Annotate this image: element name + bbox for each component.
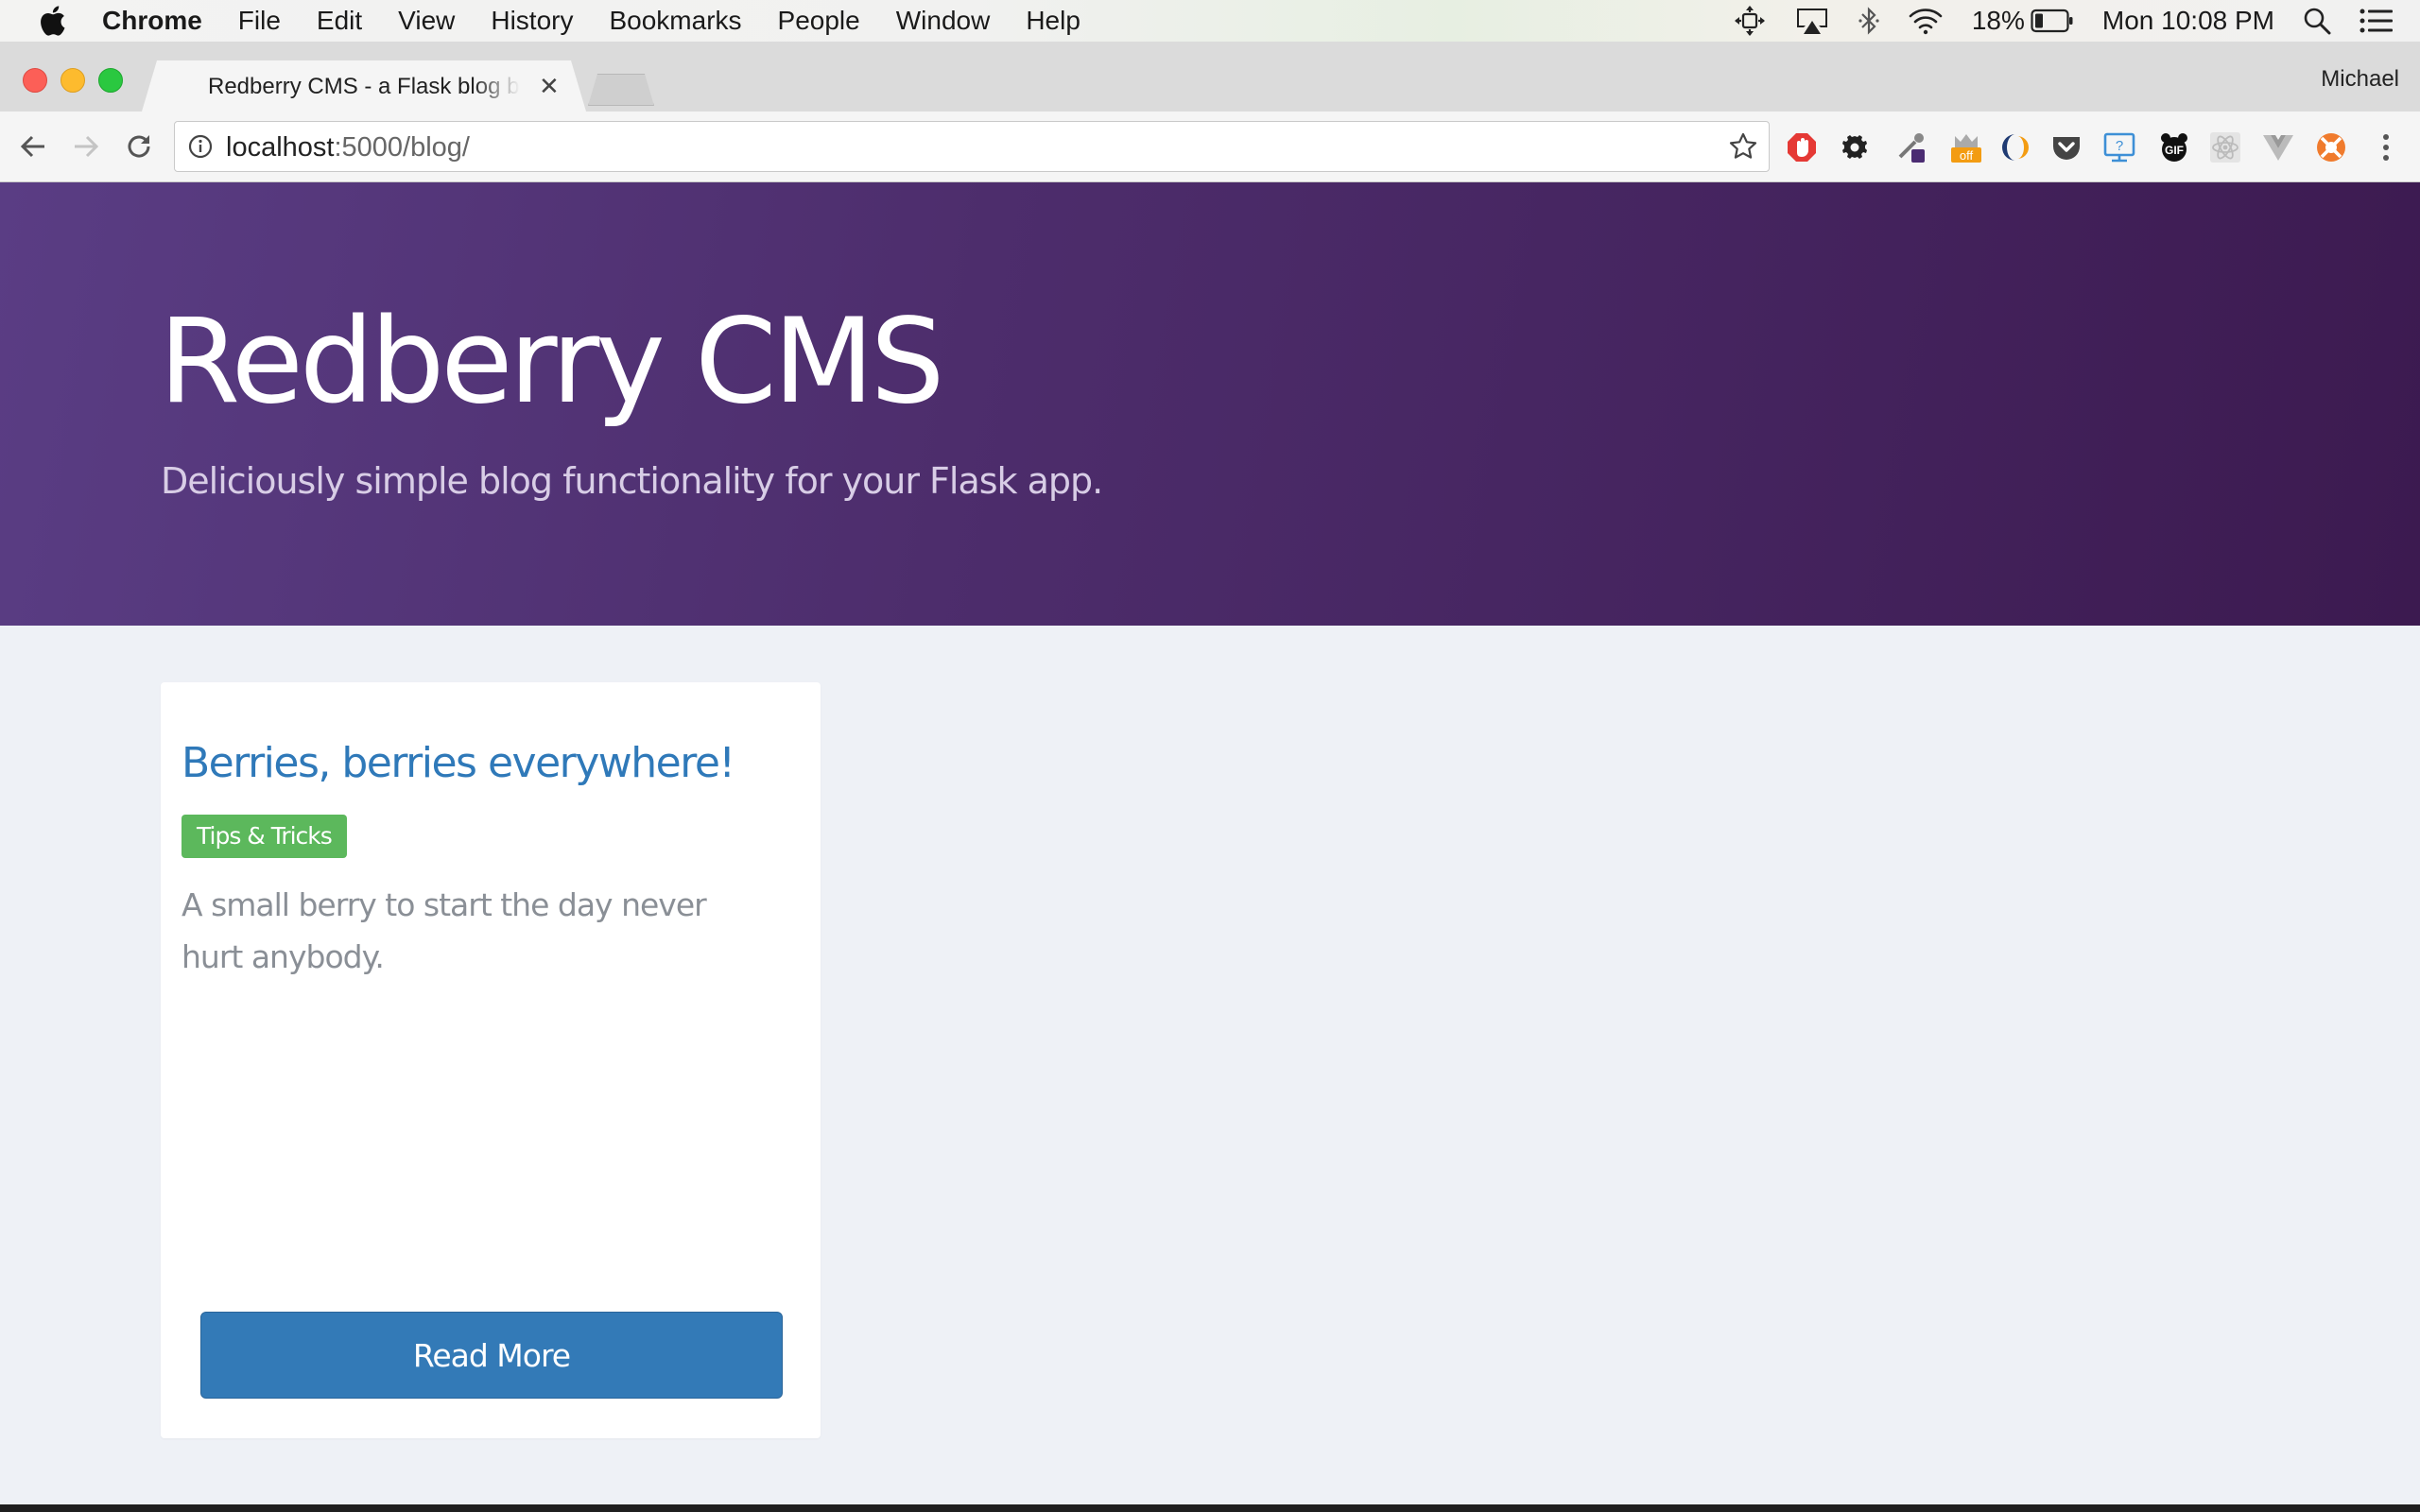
menu-people[interactable]: People (778, 6, 860, 36)
window-close-button[interactable] (23, 68, 47, 93)
airplay-icon[interactable] (1794, 6, 1830, 36)
url-text: localhost:5000/blog/ (226, 132, 470, 163)
menu-file[interactable]: File (238, 6, 281, 36)
forward-arrow-icon[interactable] (68, 129, 104, 164)
adblock-extension-icon[interactable] (1785, 130, 1819, 164)
menu-help[interactable]: Help (1026, 6, 1080, 36)
menu-view[interactable]: View (398, 6, 455, 36)
tab-title: Redberry CMS - a Flask blog b (208, 74, 520, 99)
pocket-extension-icon[interactable] (2049, 130, 2083, 164)
window-maximize-button[interactable] (98, 68, 123, 93)
spotlight-search-icon[interactable] (2303, 7, 2331, 35)
half-moon-extension-icon[interactable] (1998, 130, 2032, 164)
browser-toolbar: localhost:5000/blog/ off ? GIF (0, 112, 2420, 182)
site-title: Redberry CMS (159, 294, 944, 430)
svg-text:?: ? (2116, 138, 2123, 154)
back-arrow-icon[interactable] (15, 129, 51, 164)
new-tab-button[interactable] (588, 74, 654, 106)
eyedropper-extension-icon[interactable] (1894, 130, 1928, 164)
svg-text:GIF: GIF (2165, 144, 2184, 157)
lifebuoy-extension-icon[interactable] (2314, 130, 2348, 164)
profile-name[interactable]: Michael (2321, 66, 2399, 93)
battery-percent: 18% (1971, 6, 2025, 35)
menu-edit[interactable]: Edit (317, 6, 362, 36)
menu-window[interactable]: Window (896, 6, 991, 36)
move-arrows-icon[interactable] (1734, 5, 1766, 37)
bluetooth-icon[interactable] (1858, 6, 1879, 36)
screen-help-extension-icon[interactable]: ? (2102, 130, 2136, 164)
menu-history[interactable]: History (491, 6, 573, 36)
window-bottom-edge (0, 1504, 2420, 1512)
post-excerpt: A small berry to start the day never hur… (182, 886, 707, 975)
post-title-link[interactable]: Berries, berries everywhere! (182, 739, 735, 787)
svg-text:off: off (1960, 148, 1974, 163)
wifi-icon[interactable] (1908, 7, 1944, 35)
tab-close-icon[interactable]: ✕ (539, 72, 560, 101)
macos-menubar: Chrome File Edit View History Bookmarks … (0, 0, 2420, 43)
apple-menu-icon[interactable] (40, 5, 66, 37)
blog-post-card: Berries, berries everywhere! Tips & Tric… (161, 682, 821, 1438)
site-info-icon[interactable] (188, 134, 213, 163)
blog-hero-banner: Redberry CMS Deliciously simple blog fun… (0, 182, 2420, 626)
window-minimize-button[interactable] (60, 68, 85, 93)
menu-app-chrome[interactable]: Chrome (102, 6, 202, 36)
chrome-menu-icon[interactable] (2369, 130, 2403, 164)
read-more-button[interactable]: Read More (200, 1312, 783, 1399)
site-tagline: Deliciously simple blog functionality fo… (161, 460, 1103, 502)
battery-icon[interactable] (2031, 9, 2074, 33)
post-category-badge[interactable]: Tips & Tricks (182, 815, 347, 858)
browser-tab-active[interactable]: Redberry CMS - a Flask blog b ✕ (142, 60, 586, 112)
vue-extension-icon[interactable] (2261, 130, 2295, 164)
honey-off-extension-icon[interactable]: off (1949, 130, 1983, 164)
menubar-clock[interactable]: Mon 10:08 PM (2102, 6, 2274, 36)
react-extension-icon[interactable] (2208, 130, 2242, 164)
menu-bookmarks[interactable]: Bookmarks (609, 6, 741, 36)
address-bar[interactable]: localhost:5000/blog/ (174, 121, 1770, 172)
gear-extension-icon[interactable] (1838, 130, 1872, 164)
bookmark-star-icon[interactable] (1729, 132, 1757, 165)
url-path: :5000/blog/ (334, 132, 470, 163)
notification-center-icon[interactable] (2360, 8, 2394, 34)
gif-extension-icon[interactable]: GIF (2157, 130, 2191, 164)
reload-icon[interactable] (121, 129, 157, 164)
browser-tab-strip: Redberry CMS - a Flask blog b ✕ Michael (0, 42, 2420, 112)
url-host: localhost (226, 132, 335, 163)
